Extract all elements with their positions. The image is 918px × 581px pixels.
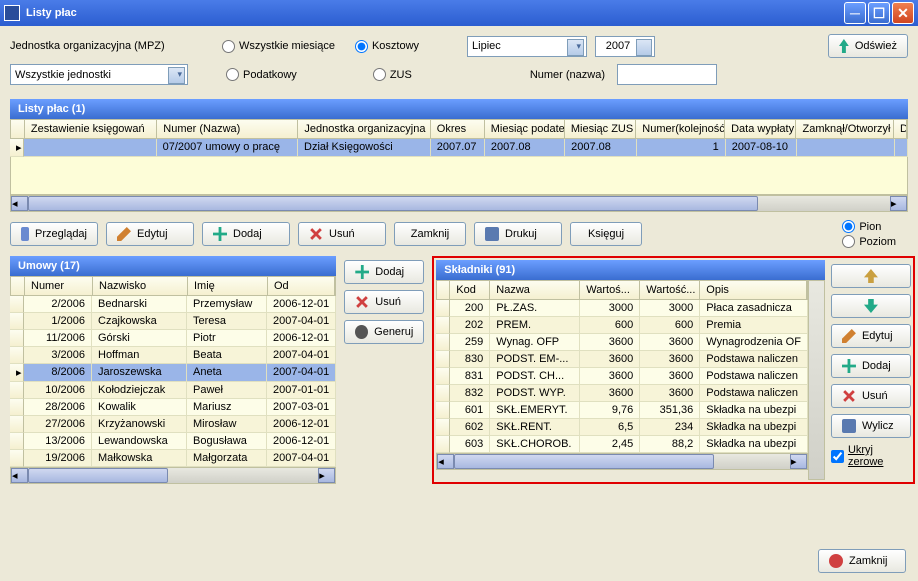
umowy-row[interactable]: 11/2006GórskiPiotr2006-12-01 — [10, 330, 336, 347]
window-title: Listy płac — [26, 7, 77, 19]
delete-button[interactable]: Usuń — [298, 222, 386, 246]
umowy-row[interactable]: ▸8/2006JaroszewskaAneta2007-04-01 — [10, 364, 336, 382]
maximize-button[interactable]: ☐ — [868, 2, 890, 24]
skladniki-row[interactable]: 601SKŁ.EMERYT.9,76351,36Składka na ubezp… — [436, 402, 808, 419]
add-icon — [213, 227, 227, 241]
skladniki-hscroll[interactable]: ◂ ▸ — [436, 453, 808, 470]
add-button[interactable]: Dodaj — [202, 222, 290, 246]
delete-icon — [306, 224, 326, 244]
power-icon — [829, 554, 843, 568]
close-list-button[interactable]: Zamknij — [394, 222, 466, 246]
unit-label: Jednostka organizacyjna (MPZ) — [10, 40, 210, 52]
app-icon — [4, 5, 20, 21]
umowy-header: Umowy (17) — [10, 256, 336, 276]
umowy-add-button[interactable]: Dodaj — [344, 260, 424, 284]
main-toolbar: Przeglądaj Edytuj Dodaj Usuń Zamknij Dru… — [0, 212, 918, 256]
add-icon — [355, 265, 369, 279]
print-icon — [485, 227, 499, 241]
skladniki-row[interactable]: 830PODST. EM-...36003600Podstawa nalicze… — [436, 351, 808, 368]
skladniki-row[interactable]: 831PODST. CH...36003600Podstawa naliczen — [436, 368, 808, 385]
skladniki-row[interactable]: 259Wynag. OFP36003600Wynagrodzenia OF — [436, 334, 808, 351]
skladniki-edit-button[interactable]: Edytuj — [831, 324, 911, 348]
arrow-up-icon — [864, 269, 878, 283]
move-down-button[interactable] — [831, 294, 911, 318]
edit-button[interactable]: Edytuj — [106, 222, 194, 246]
listy-header: Listy płac (1) — [10, 99, 908, 119]
skladniki-header: Składniki (91) — [436, 260, 825, 280]
umowy-row[interactable]: 2/2006BednarskiPrzemysław2006-12-01 — [10, 296, 336, 313]
skladniki-row[interactable]: 200PŁ.ZAS.30003000Płaca zasadnicza — [436, 300, 808, 317]
skladniki-vscroll[interactable] — [808, 280, 825, 480]
unit-dropdown[interactable]: Wszystkie jednostki — [10, 64, 188, 85]
skladniki-buttons: Edytuj Dodaj Usuń Wylicz Ukryj zerowe — [831, 260, 911, 480]
umowy-panel: Umowy (17) Numer Nazwisko Imię Od 2/2006… — [10, 256, 336, 484]
minimize-button[interactable]: ─ — [844, 2, 866, 24]
title-bar: Listy płac ─ ☐ ✕ — [0, 0, 918, 26]
listy-row[interactable]: ▸ 07/2007 umowy o pracę Dział Księgowośc… — [10, 139, 908, 157]
skladniki-row[interactable]: 603SKŁ.CHOROB.2,4588,2Składka na ubezpi — [436, 436, 808, 453]
footer-close-button[interactable]: Zamknij — [818, 549, 906, 573]
delete-icon — [839, 386, 859, 406]
umowy-generate-button[interactable]: Generuj — [344, 320, 424, 344]
refresh-icon — [839, 39, 849, 53]
add-icon — [842, 359, 856, 373]
skladniki-calc-button[interactable]: Wylicz — [831, 414, 911, 438]
year-spinner[interactable]: 2007 — [595, 36, 655, 57]
umowy-row[interactable]: 10/2006KołodziejczakPaweł2007-01-01 — [10, 382, 336, 399]
umowy-columns: Numer Nazwisko Imię Od — [10, 276, 336, 296]
view-icon — [21, 227, 29, 241]
radio-kosztowy[interactable]: Kosztowy — [355, 40, 419, 53]
number-label: Numer (nazwa) — [530, 69, 605, 81]
umowy-row[interactable]: 28/2006KowalikMariusz2007-03-01 — [10, 399, 336, 416]
skladniki-row[interactable]: 202PREM.600600Premia — [436, 317, 808, 334]
umowy-row[interactable]: 3/2006HoffmanBeata2007-04-01 — [10, 347, 336, 364]
skladniki-add-button[interactable]: Dodaj — [831, 354, 911, 378]
radio-all-months[interactable]: Wszystkie miesiące — [222, 40, 335, 53]
umowy-row[interactable]: 1/2006CzajkowskaTeresa2007-04-01 — [10, 313, 336, 330]
refresh-button[interactable]: Odśwież — [828, 34, 908, 58]
hide-zero-checkbox[interactable]: Ukryj zerowe — [831, 444, 911, 468]
filter-panel: Jednostka organizacyjna (MPZ) Wszystkie … — [0, 26, 918, 99]
listy-columns: Zestawienie księgowań Numer (Nazwa) Jedn… — [10, 119, 908, 139]
listy-hscroll[interactable]: ◂ ▸ — [10, 195, 908, 212]
umowy-row[interactable]: 27/2006KrzyżanowskiMirosław2006-12-01 — [10, 416, 336, 433]
month-dropdown[interactable]: Lipiec — [467, 36, 587, 57]
skladniki-delete-button[interactable]: Usuń — [831, 384, 911, 408]
umowy-delete-button[interactable]: Usuń — [344, 290, 424, 314]
radio-zus[interactable]: ZUS — [373, 68, 412, 81]
skladniki-highlight: Składniki (91) Kod Nazwa Wartoś... Warto… — [432, 256, 915, 484]
skladniki-columns: Kod Nazwa Wartoś... Wartość... Opis — [436, 280, 808, 300]
print-button[interactable]: Drukuj — [474, 222, 562, 246]
radio-pion[interactable]: Pion — [842, 220, 896, 233]
gear-icon — [355, 325, 368, 339]
umowy-row[interactable]: 13/2006LewandowskaBogusława2006-12-01 — [10, 433, 336, 450]
number-input[interactable] — [617, 64, 717, 85]
umowy-buttons: Dodaj Usuń Generuj — [344, 256, 424, 484]
calc-icon — [842, 419, 856, 433]
edit-icon — [842, 329, 856, 343]
skladniki-row[interactable]: 602SKŁ.RENT.6,5234Składka na ubezpi — [436, 419, 808, 436]
edit-icon — [117, 227, 131, 241]
move-up-button[interactable] — [831, 264, 911, 288]
umowy-hscroll[interactable]: ◂ ▸ — [10, 467, 336, 484]
radio-poziom[interactable]: Poziom — [842, 235, 896, 248]
arrow-down-icon — [864, 299, 878, 313]
close-window-button[interactable]: ✕ — [892, 2, 914, 24]
view-button[interactable]: Przeglądaj — [10, 222, 98, 246]
radio-podatkowy[interactable]: Podatkowy — [226, 68, 297, 81]
skladniki-panel: Składniki (91) Kod Nazwa Wartoś... Warto… — [436, 260, 825, 480]
umowy-row[interactable]: 19/2006MałkowskaMałgorzata2007-04-01 — [10, 450, 336, 467]
book-button[interactable]: Księguj — [570, 222, 642, 246]
skladniki-row[interactable]: 832PODST. WYP.36003600Podstawa naliczen — [436, 385, 808, 402]
delete-icon — [352, 292, 372, 312]
